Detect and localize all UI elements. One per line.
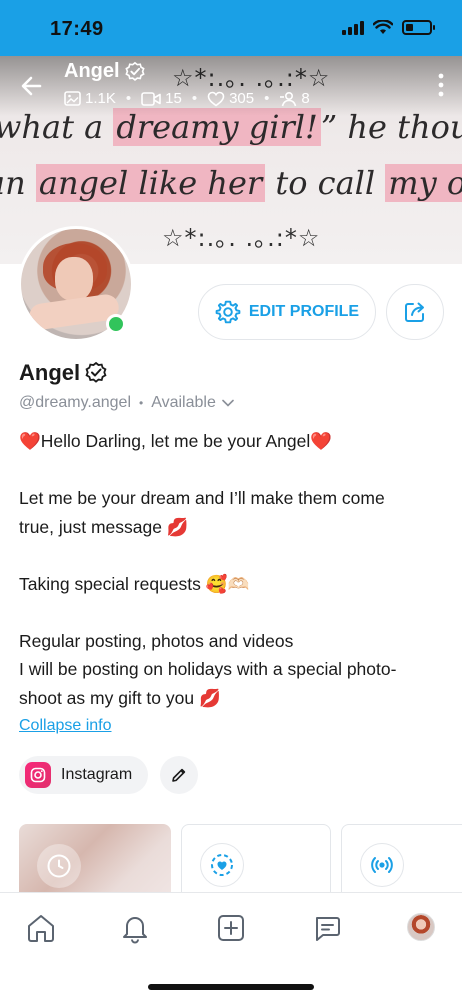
handle-row: @dreamy.angel • Available [19, 394, 234, 412]
plus-square-icon [218, 915, 244, 941]
bio-line: ❤️Hello Darling, let me be your Angel❤️ [19, 431, 333, 451]
heart-icon [207, 91, 225, 106]
story-heart-icon [200, 843, 244, 887]
header-username: Angel [64, 60, 146, 83]
banner-stars-bottom: ☆*:.｡. .｡.:*☆ [162, 224, 321, 252]
verified-badge-icon [85, 361, 107, 383]
cellular-signal-icon [342, 20, 364, 35]
profile-bio: ❤️Hello Darling, let me be your Angel❤️ … [19, 427, 439, 712]
status-time: 17:49 [50, 18, 104, 40]
banner-text-line2: an angel like her to call my own [0, 164, 462, 202]
nav-profile-avatar[interactable] [407, 913, 435, 941]
subscribers-stat: 8 [279, 90, 310, 107]
live-stream-icon [360, 843, 404, 887]
back-arrow-icon[interactable] [18, 72, 46, 100]
battery-icon [402, 20, 435, 35]
more-vertical-icon[interactable] [434, 72, 448, 98]
share-icon [405, 302, 424, 322]
nav-home[interactable] [24, 911, 58, 945]
share-button[interactable] [386, 284, 444, 340]
edit-profile-label: EDIT PROFILE [248, 303, 360, 320]
videos-stat: 15 [141, 90, 182, 107]
collapse-info-link[interactable]: Collapse info [19, 717, 112, 735]
bio-line: Let me be your dream and I’ll make them … [19, 488, 385, 508]
instagram-label: Instagram [61, 766, 133, 783]
nav-notifications[interactable] [118, 911, 152, 945]
image-icon [64, 91, 81, 106]
nav-add-post[interactable] [214, 911, 248, 945]
edit-profile-button[interactable]: EDIT PROFILE [198, 284, 376, 340]
header-stats: 1.1K • 15 • 305 • 8 [64, 90, 310, 107]
bio-line: I will be posting on holidays with a spe… [19, 659, 397, 679]
edit-social-links-button[interactable] [160, 756, 198, 794]
verified-badge-icon [124, 61, 145, 81]
bio-line: true, just message 💋 [19, 516, 189, 537]
profile-name: Angel [19, 360, 108, 386]
online-status-indicator [106, 314, 126, 334]
chevron-down-icon [222, 399, 234, 407]
bio-line: Regular posting, photos and videos [19, 630, 294, 651]
wifi-icon [373, 20, 393, 34]
likes-stat: 305 [207, 90, 254, 107]
bio-line: shoot as my gift to you 💋 [19, 687, 221, 708]
person-icon [280, 91, 297, 106]
availability-dropdown[interactable]: Available [151, 394, 234, 412]
bell-icon [123, 917, 147, 944]
video-icon [141, 91, 161, 106]
clock-icon [37, 844, 81, 888]
gear-icon [215, 300, 241, 324]
home-icon [28, 915, 54, 942]
pencil-icon [172, 768, 186, 782]
nav-messages[interactable] [310, 911, 344, 945]
status-icons [342, 20, 435, 35]
instagram-icon [25, 762, 51, 788]
status-bar: 17:49 [0, 0, 462, 56]
home-indicator [148, 984, 314, 990]
bio-line: Taking special requests 🥰🫶🏻 [19, 573, 250, 594]
chat-icon [316, 917, 340, 941]
photos-stat: 1.1K [64, 90, 116, 107]
instagram-link[interactable]: Instagram [19, 756, 149, 794]
profile-handle: @dreamy.angel [19, 394, 131, 411]
